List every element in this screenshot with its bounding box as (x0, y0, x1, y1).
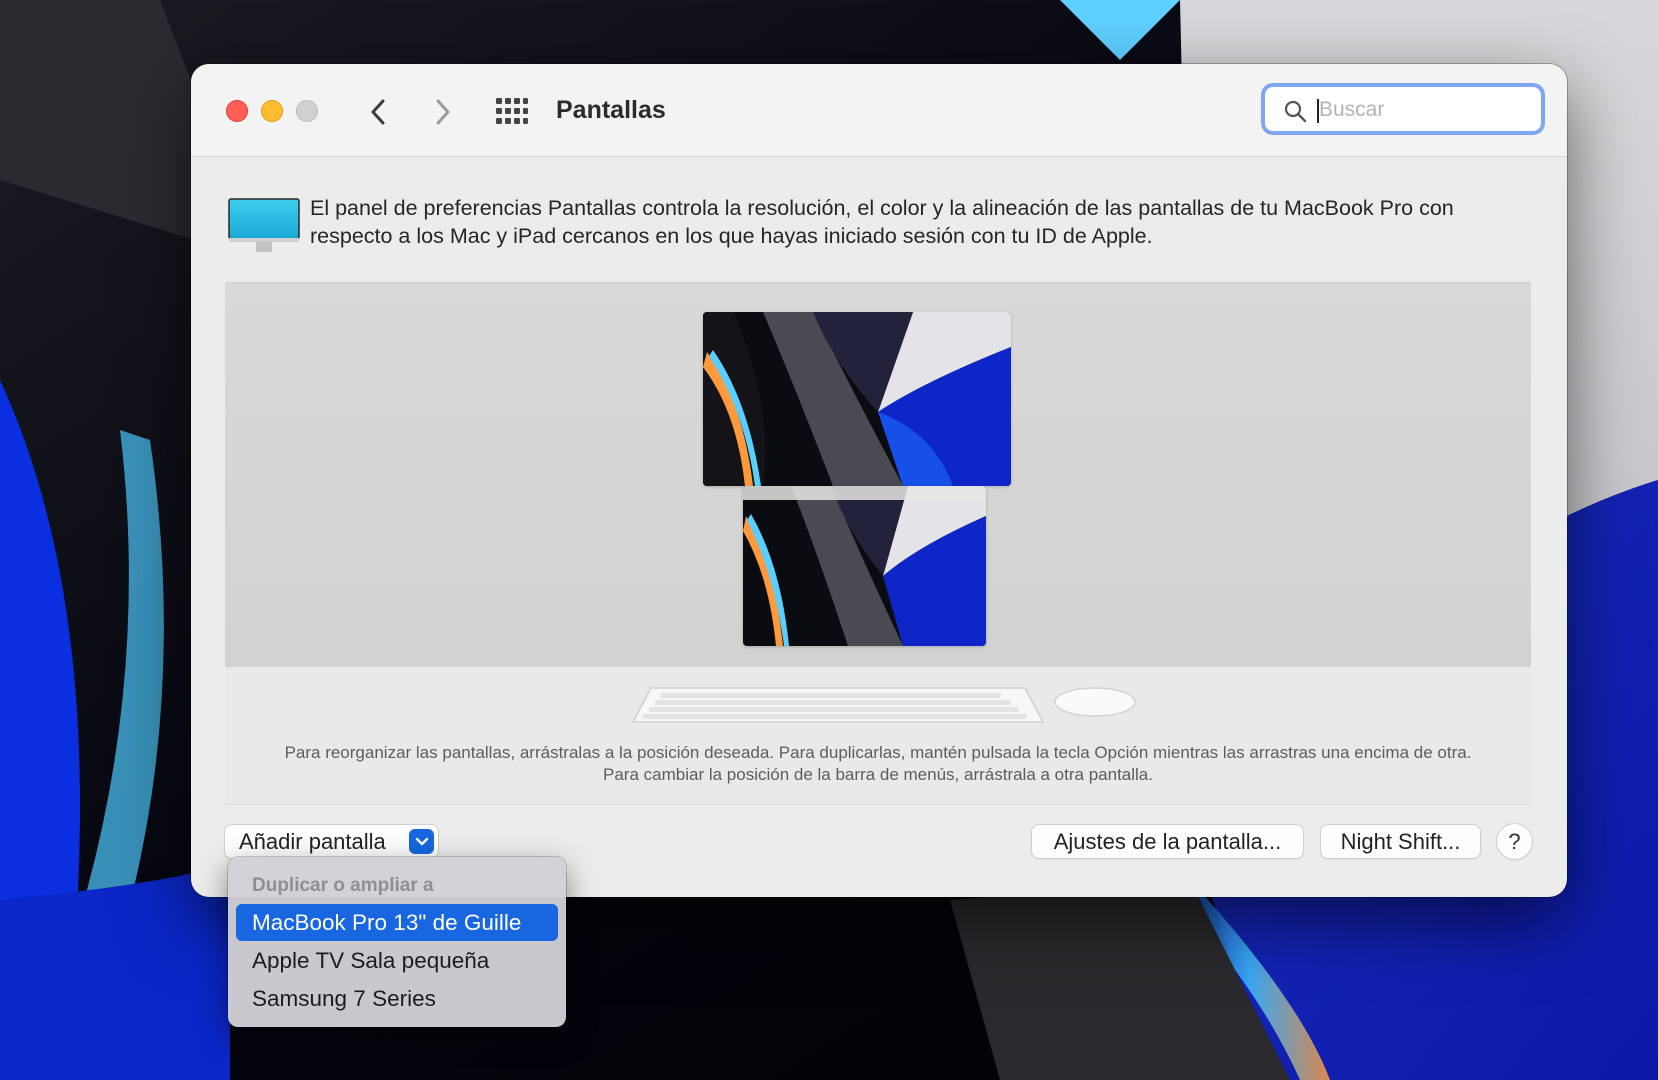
wallpaper-thumbnail (703, 312, 1011, 486)
add-display-label: Añadir pantalla (239, 828, 386, 854)
menu-item-macbook-pro[interactable]: MacBook Pro 13" de Guille (236, 904, 558, 941)
grid-icon (496, 98, 528, 124)
preferences-window: Pantallas El panel de preferencias Panta… (191, 64, 1567, 897)
chevron-left-icon (371, 99, 385, 125)
arrangement-hint: Para reorganizar las pantallas, arrástra… (284, 743, 1472, 784)
display-main[interactable] (703, 312, 1011, 486)
night-shift-button[interactable]: Night Shift... (1321, 825, 1480, 858)
search-field[interactable] (1261, 83, 1545, 135)
menu-item-samsung[interactable]: Samsung 7 Series (236, 980, 558, 1017)
zoom-button[interactable] (296, 100, 318, 122)
popup-arrow (409, 829, 434, 854)
add-display-button[interactable]: Añadir pantalla (225, 825, 438, 858)
menu-bar-handle[interactable] (743, 486, 986, 500)
chevron-down-icon (415, 837, 428, 845)
search-icon (1284, 100, 1307, 123)
titlebar: Pantallas (191, 64, 1567, 157)
mouse-icon (1054, 687, 1136, 717)
keyboard-icon (631, 687, 1045, 723)
info-text: El panel de preferencias Pantallas contr… (310, 196, 1454, 248)
minimize-button[interactable] (261, 100, 283, 122)
forward-button[interactable] (425, 94, 461, 130)
display-secondary[interactable] (743, 486, 986, 646)
menu-item-apple-tv[interactable]: Apple TV Sala pequeña (236, 942, 558, 979)
back-button[interactable] (360, 94, 396, 130)
display-icon (228, 198, 300, 252)
display-settings-button[interactable]: Ajustes de la pantalla... (1032, 825, 1303, 858)
search-input[interactable] (1319, 95, 1529, 125)
add-display-menu: Duplicar o ampliar a MacBook Pro 13" de … (228, 857, 566, 1027)
menu-section-header: Duplicar o ampliar a (252, 875, 434, 896)
wallpaper-thumbnail (743, 486, 986, 646)
help-button[interactable]: ? (1497, 824, 1532, 859)
chevron-right-icon (436, 99, 450, 125)
show-all-button[interactable] (494, 96, 528, 128)
window-title: Pantallas (556, 96, 666, 124)
close-button[interactable] (226, 100, 248, 122)
